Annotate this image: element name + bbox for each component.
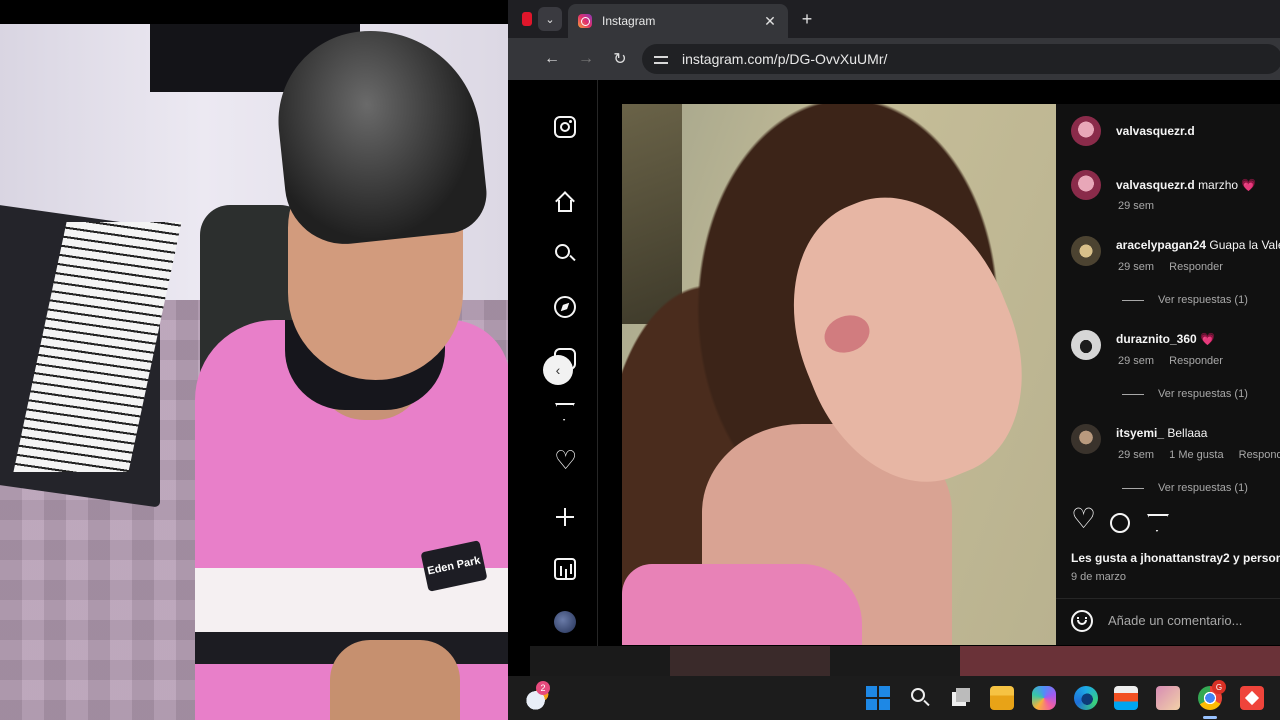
comment-meta: 29 sem Responder (1118, 355, 1235, 367)
comment-age: 29 sem (1118, 261, 1155, 273)
url-text[interactable]: instagram.com/p/DG-OvvXuUMr/ (682, 51, 887, 67)
explore-icon[interactable] (554, 296, 576, 318)
comments-panel: valvasquezr.d valvasquezr.d marzho 💗 29 … (1056, 104, 1280, 645)
comment-avatar[interactable] (1071, 236, 1101, 266)
comment-avatar[interactable] (1071, 424, 1101, 454)
like-heart-icon[interactable] (1071, 505, 1096, 536)
comment-username[interactable]: aracelypagan24 (1116, 238, 1206, 252)
comment-username[interactable]: itsyemi_ (1116, 426, 1164, 440)
comment-avatar[interactable] (1071, 330, 1101, 360)
tab-instagram[interactable]: Instagram ✕ (568, 4, 788, 38)
dashboard-icon[interactable] (554, 558, 576, 580)
reply-link[interactable]: Responder (1169, 261, 1223, 273)
comment-text: marzho (1198, 178, 1239, 192)
webcam-hands (330, 640, 460, 720)
comment-meta: 29 sem (1118, 200, 1166, 212)
tab-strip: ⌄ Instagram ✕ + (508, 0, 1280, 38)
reply-link[interactable]: Responder (1169, 355, 1223, 367)
post-actions (1071, 505, 1271, 536)
taskbar-search-icon[interactable] (908, 686, 932, 710)
share-send-icon[interactable] (1146, 512, 1170, 536)
anydesk-icon[interactable] (1240, 686, 1264, 710)
start-menu-icon[interactable] (866, 686, 890, 710)
messages-icon[interactable] (554, 401, 576, 423)
create-icon[interactable] (554, 506, 576, 528)
reply-link[interactable]: Responder (1239, 449, 1280, 461)
instagram-page: ‹ valvasquezr.d valvasquezr.d marzho 💗 2… (508, 80, 1280, 676)
new-tab-button[interactable]: + (796, 8, 818, 30)
background-window-strip (530, 646, 1280, 676)
notifications-icon[interactable] (554, 447, 577, 475)
comment-avatar[interactable] (1071, 170, 1101, 200)
back-button[interactable]: ← (540, 47, 564, 71)
photos-app-icon[interactable] (1156, 686, 1180, 710)
task-view-icon[interactable] (950, 686, 974, 710)
tab-close-icon[interactable]: ✕ (762, 13, 778, 30)
site-info-icon[interactable] (654, 53, 670, 65)
comment-username[interactable]: duraznito_360 (1116, 332, 1197, 346)
comment-row: aracelypagan24 Guapa la Valeria (1116, 238, 1280, 252)
widget-notification-badge: 2 (536, 681, 550, 695)
likes-summary[interactable]: Les gusta a jhonattanstray2 y personas m… (1071, 551, 1280, 565)
reload-button[interactable]: ↻ (608, 47, 632, 71)
comment-age: 29 sem (1118, 355, 1155, 367)
comment-row: itsyemi_ Bellaaa (1116, 426, 1207, 440)
windows-taskbar: 2 G (508, 676, 1280, 720)
post-date: 9 de marzo (1071, 571, 1127, 583)
search-icon[interactable] (554, 243, 576, 265)
profile-avatar-icon[interactable] (554, 611, 576, 633)
tab-title: Instagram (602, 14, 656, 28)
comment-row: duraznito_360 💗 (1116, 332, 1215, 346)
photo-pink-top (622, 564, 862, 645)
post-author-username[interactable]: valvasquezr.d (1116, 124, 1195, 138)
comment-bubble-icon[interactable] (1109, 512, 1133, 536)
comment-username[interactable]: valvasquezr.d (1116, 178, 1195, 192)
heart-emoji: 💗 (1200, 332, 1215, 346)
add-comment-input[interactable]: Añade un comentario... (1108, 613, 1242, 628)
comment-text: Bellaaa (1167, 426, 1208, 440)
active-app-indicator (1203, 716, 1217, 719)
previous-post-button[interactable]: ‹ (543, 355, 573, 385)
microsoft-store-icon[interactable] (1114, 686, 1138, 710)
comment-text: Guapa la Valeria (1209, 238, 1280, 252)
chrome-profile-badge: G (1212, 680, 1226, 694)
webcam-overlay: Eden Park (0, 0, 510, 720)
comment-age: 29 sem (1118, 200, 1155, 212)
author-avatar[interactable] (1071, 116, 1101, 146)
copilot-icon[interactable] (1032, 686, 1056, 710)
view-replies-link[interactable]: Ver respuestas (1) (1122, 294, 1248, 306)
emoji-picker-icon[interactable] (1071, 610, 1093, 632)
view-replies-link[interactable]: Ver respuestas (1) (1122, 482, 1248, 494)
instagram-logo-icon[interactable] (554, 116, 576, 138)
comment-meta: 29 sem Responder (1118, 261, 1235, 273)
post-image[interactable] (622, 104, 1056, 645)
home-icon[interactable] (554, 191, 576, 213)
edge-browser-icon[interactable] (1074, 686, 1098, 710)
comment-age: 29 sem (1118, 449, 1155, 461)
view-replies-link[interactable]: Ver respuestas (1) (1122, 388, 1248, 400)
instagram-favicon-icon (578, 14, 592, 28)
browser-window: ⌄ Instagram ✕ + < ← → ↻ instagram.com/p/… (508, 0, 1280, 720)
forward-button[interactable]: → (574, 47, 598, 71)
comment-row: valvasquezr.d marzho 💗 (1116, 178, 1256, 192)
comment-meta: 29 sem 1 Me gusta Responder (1118, 449, 1280, 461)
youtube-tab-edge-icon[interactable] (522, 12, 532, 26)
screen: Eden Park ⌄ Instagram ✕ + < ← → ↻ instag… (0, 0, 1280, 720)
file-explorer-icon[interactable] (990, 686, 1014, 710)
tab-search-dropdown-button[interactable]: ⌄ (538, 7, 562, 31)
divider (1056, 598, 1280, 599)
browser-toolbar: < ← → ↻ instagram.com/p/DG-OvvXuUMr/ (508, 38, 1280, 102)
comment-likes[interactable]: 1 Me gusta (1169, 449, 1223, 461)
heart-emoji: 💗 (1241, 178, 1257, 192)
address-bar[interactable]: instagram.com/p/DG-OvvXuUMr/ (642, 44, 1280, 74)
